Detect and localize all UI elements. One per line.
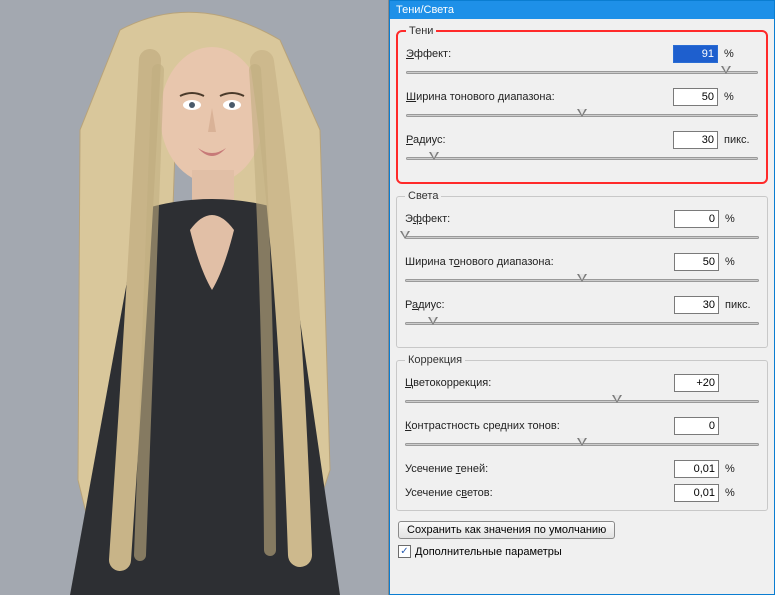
shadows-radius-slider[interactable] [406, 152, 758, 166]
midtone-contrast-label: Контрастность средних тонов: [405, 420, 668, 432]
black-clip-unit: % [725, 463, 759, 475]
shadows-effect-label: Эффект: [406, 48, 667, 60]
document-canvas [0, 0, 389, 595]
shadows-tonewidth-label: Ширина тонового диапазона: [406, 91, 667, 103]
shadows-tonewidth-input[interactable] [673, 88, 718, 106]
highlights-radius-unit: пикс. [725, 299, 759, 311]
highlights-tonewidth-slider[interactable] [405, 274, 759, 288]
color-correction-slider[interactable] [405, 395, 759, 409]
save-defaults-button[interactable]: Сохранить как значения по умолчанию [398, 521, 615, 539]
group-shadows-legend: Тени [406, 25, 436, 37]
white-clip-label: Усечение светов: [405, 487, 668, 499]
color-correction-label: Цветокоррекция: [405, 377, 668, 389]
more-options-label[interactable]: Дополнительные параметры [415, 546, 562, 558]
highlights-effect-label: Эффект: [405, 213, 668, 225]
shadows-highlights-dialog: Тени/Света Тени Эффект: % Ширина тоновог… [389, 0, 775, 595]
group-highlights: Света Эффект: % Ширина тонового диапазон… [396, 190, 768, 348]
dialog-titlebar[interactable]: Тени/Света [390, 1, 774, 19]
midtone-contrast-slider[interactable] [405, 438, 759, 452]
highlights-effect-unit: % [725, 213, 759, 225]
shadows-radius-label: Радиус: [406, 134, 667, 146]
shadows-effect-slider[interactable] [406, 66, 758, 80]
more-options-checkbox[interactable]: ✓ [398, 545, 411, 558]
highlights-radius-label: Радиус: [405, 299, 668, 311]
highlights-tonewidth-input[interactable] [674, 253, 719, 271]
shadows-radius-input[interactable] [673, 131, 718, 149]
black-clip-label: Усечение теней: [405, 463, 668, 475]
shadows-effect-input[interactable] [673, 45, 718, 63]
shadows-tonewidth-unit: % [724, 91, 758, 103]
highlights-effect-slider[interactable] [405, 231, 759, 245]
color-correction-input[interactable] [674, 374, 719, 392]
black-clip-input[interactable] [674, 460, 719, 478]
white-clip-input[interactable] [674, 484, 719, 502]
group-adjustments-legend: Коррекция [405, 354, 465, 366]
group-highlights-legend: Света [405, 190, 441, 202]
highlights-tonewidth-unit: % [725, 256, 759, 268]
midtone-contrast-input[interactable] [674, 417, 719, 435]
highlights-radius-slider[interactable] [405, 317, 759, 331]
shadows-effect-unit: % [724, 48, 758, 60]
shadows-tonewidth-slider[interactable] [406, 109, 758, 123]
group-shadows: Тени Эффект: % Ширина тонового диапазона… [396, 25, 768, 184]
white-clip-unit: % [725, 487, 759, 499]
group-adjustments: Коррекция Цветокоррекция: Контрастность … [396, 354, 768, 511]
highlights-radius-input[interactable] [674, 296, 719, 314]
shadows-radius-unit: пикс. [724, 134, 758, 146]
highlights-effect-input[interactable] [674, 210, 719, 228]
highlights-tonewidth-label: Ширина тонового диапазона: [405, 256, 668, 268]
